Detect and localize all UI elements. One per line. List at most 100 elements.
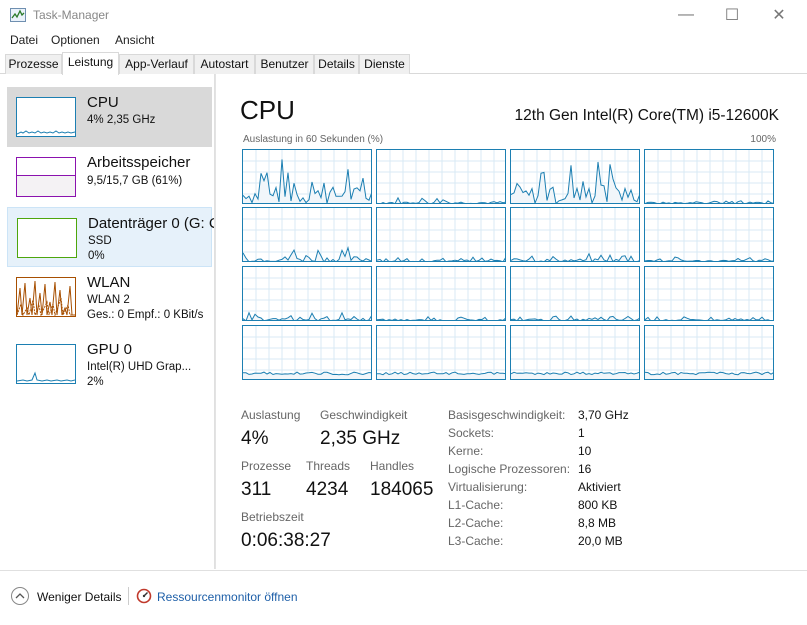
logical-processor-graph — [510, 207, 640, 262]
graph-label: Auslastung in 60 Sekunden (%) — [243, 134, 384, 145]
logical-processor-graph — [242, 207, 372, 262]
tab-autostart[interactable]: Autostart — [194, 54, 255, 74]
logical-processor-graph — [376, 149, 506, 204]
menu-optionen[interactable]: Optionen — [51, 33, 100, 47]
cpu-model: 12th Gen Intel(R) Core(TM) i5-12600K — [514, 107, 779, 124]
resource-sidebar: CPU 4% 2,35 GHz Arbeitsspeicher 9,5/15,7… — [0, 74, 215, 569]
geschwindigkeit-value: 2,35 GHz — [320, 428, 401, 449]
auslastung-label: Auslastung — [241, 408, 301, 422]
logical-processor-graph — [510, 149, 640, 204]
sidebar-item-title: WLAN — [87, 274, 131, 291]
maximize-button[interactable]: ☐ — [709, 0, 755, 30]
sidebar-item-title: Datenträger 0 (G: C — [88, 215, 215, 232]
minimize-button[interactable]: — — [663, 0, 709, 30]
logical-processor-graph — [644, 207, 774, 262]
info-value-l1-cache: 800 KB — [578, 498, 618, 512]
info-label-sockets: Sockets: — [448, 426, 495, 440]
menu-ansicht[interactable]: Ansicht — [115, 33, 154, 47]
gpu-thumbnail-graph — [16, 344, 76, 384]
info-label-kerne: Kerne: — [448, 444, 484, 458]
close-icon: ✕ — [772, 7, 786, 24]
wlan-thumbnail-graph — [16, 277, 76, 317]
tab-details[interactable]: Details — [314, 54, 359, 74]
threads-label: Threads — [306, 459, 351, 473]
menu-datei[interactable]: Datei — [10, 33, 38, 47]
cpu-thumbnail-graph — [16, 97, 76, 137]
title-bar[interactable]: Task-Manager — ☐ ✕ — [0, 0, 807, 30]
info-label-l2-cache: L2-Cache: — [448, 516, 504, 530]
sidebar-item-wlan[interactable]: WLAN WLAN 2 Ges.: 0 Empf.: 0 KBit/s — [7, 267, 212, 327]
sidebar-item-title: CPU — [87, 94, 119, 111]
footer-separator — [128, 587, 129, 605]
sidebar-item-cpu[interactable]: CPU 4% 2,35 GHz — [7, 87, 212, 147]
sidebar-item-datentraeger[interactable]: Datenträger 0 (G: C SSD 0% — [7, 207, 215, 267]
info-value-l3-cache: 20,0 MB — [578, 534, 623, 548]
window-title: Task-Manager — [33, 8, 110, 22]
panel-divider — [215, 74, 216, 569]
logical-processor-graph — [242, 266, 372, 321]
page-title: CPU — [240, 95, 295, 125]
logical-processor-graph — [242, 325, 372, 380]
prozesse-label: Prozesse — [241, 459, 292, 473]
betriebszeit-label: Betriebszeit — [241, 510, 304, 524]
sidebar-item-title: Arbeitsspeicher — [87, 154, 191, 171]
disk-thumbnail-graph — [17, 218, 77, 258]
sidebar-item-gpu[interactable]: GPU 0 Intel(R) UHD Grap... 2% — [7, 334, 212, 394]
maximize-icon: ☐ — [724, 7, 740, 24]
fewer-details-link[interactable]: Weniger Details — [37, 590, 121, 604]
menu-bar: Datei Optionen Ansicht — [0, 30, 807, 50]
logical-processor-graph — [644, 149, 774, 204]
sidebar-item-title: GPU 0 — [87, 341, 133, 358]
footer-bar: Weniger Details Ressourcenmonitor öffnen — [0, 570, 807, 625]
sidebar-item-usage: 2% — [87, 376, 104, 388]
minimize-icon: — — [678, 6, 694, 23]
sidebar-item-detail: 9,5/15,7 GB (61%) — [87, 175, 183, 187]
tab-benutzer[interactable]: Benutzer — [255, 54, 314, 74]
info-label-logische-prozessoren: Logische Prozessoren: — [448, 462, 571, 476]
info-value-virtualisierung: Aktiviert — [578, 480, 621, 494]
sidebar-item-detail: Intel(R) UHD Grap... — [87, 361, 192, 373]
tab-app-verlauf[interactable]: App-Verlauf — [119, 54, 194, 74]
task-manager-icon — [10, 8, 26, 22]
sidebar-item-usage: 0% — [88, 250, 105, 262]
collapse-details-button[interactable] — [11, 587, 29, 605]
prozesse-value: 311 — [241, 479, 272, 500]
info-label-basisgeschwindigkeit: Basisgeschwindigkeit: — [448, 408, 566, 422]
task-manager-window: Task-Manager — ☐ ✕ Datei Optionen Ansich… — [0, 0, 807, 625]
tab-leistung[interactable]: Leistung — [62, 52, 119, 75]
tab-prozesse[interactable]: Prozesse — [5, 54, 62, 74]
geschwindigkeit-label: Geschwindigkeit — [320, 408, 408, 422]
auslastung-value: 4% — [241, 428, 269, 449]
sidebar-item-throughput: Ges.: 0 Empf.: 0 KBit/s — [87, 309, 204, 321]
logical-processor-graph — [644, 325, 774, 380]
sidebar-item-detail: WLAN 2 — [87, 294, 130, 306]
logical-processor-graph — [242, 149, 372, 204]
logical-processor-graph — [376, 325, 506, 380]
logical-processor-graph — [376, 207, 506, 262]
info-label-virtualisierung: Virtualisierung: — [448, 480, 528, 494]
open-resource-monitor-link[interactable]: Ressourcenmonitor öffnen — [157, 590, 298, 604]
sidebar-item-detail: 4% 2,35 GHz — [87, 114, 156, 126]
info-label-l1-cache: L1-Cache: — [448, 498, 504, 512]
threads-value: 4234 — [306, 479, 349, 500]
resource-monitor-icon — [136, 588, 152, 604]
logical-processor-graph — [376, 266, 506, 321]
info-label-l3-cache: L3-Cache: — [448, 534, 504, 548]
handles-label: Handles — [370, 459, 415, 473]
logical-processor-graph — [644, 266, 774, 321]
tab-bar: Prozesse Leistung App-Verlauf Autostart … — [0, 52, 807, 75]
logical-processor-graph — [510, 325, 640, 380]
logical-processor-graph — [510, 266, 640, 321]
info-value-l2-cache: 8,8 MB — [578, 516, 617, 530]
betriebszeit-value: 0:06:38:27 — [241, 530, 331, 551]
sidebar-item-detail: SSD — [88, 235, 112, 247]
handles-value: 184065 — [370, 479, 434, 500]
tab-dienste[interactable]: Dienste — [359, 54, 410, 74]
info-value-basisgeschwindigkeit: 3,70 GHz — [578, 408, 629, 422]
sidebar-item-arbeitsspeicher[interactable]: Arbeitsspeicher 9,5/15,7 GB (61%) — [7, 147, 212, 207]
close-button[interactable]: ✕ — [756, 0, 802, 30]
memory-thumbnail-graph — [16, 157, 76, 197]
graph-max-label: 100% — [750, 134, 776, 145]
info-value-sockets: 1 — [578, 426, 585, 440]
chevron-up-icon — [15, 593, 25, 599]
